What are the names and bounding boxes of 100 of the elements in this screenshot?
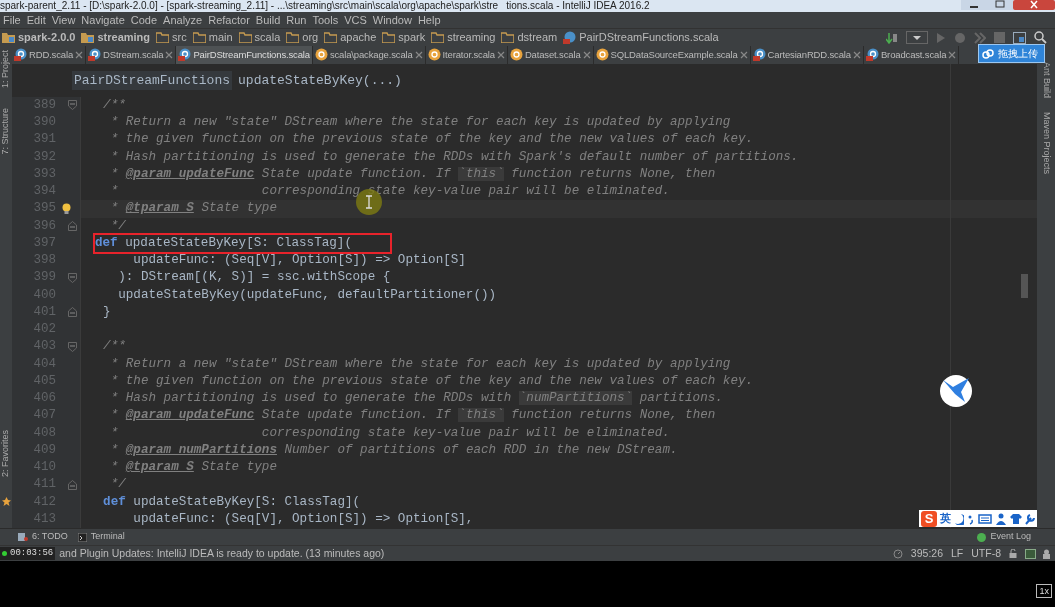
- breadcrumb-method[interactable]: updateStateByKey(...): [238, 70, 402, 90]
- recording-timer: 00:03:56: [0, 546, 56, 561]
- breadcrumb-item[interactable]: org: [284, 29, 323, 46]
- menu-item[interactable]: VCS: [341, 12, 370, 28]
- menu-item[interactable]: Edit: [23, 12, 49, 28]
- status-item[interactable]: 395:26: [910, 545, 943, 562]
- ime-logo[interactable]: S: [921, 510, 937, 527]
- editor-tab[interactable]: Dataset.scala: [507, 46, 594, 64]
- lock-icon[interactable]: [1009, 549, 1017, 558]
- editor-tab[interactable]: DStream.scala: [86, 46, 177, 64]
- code-line: /**: [102, 96, 126, 114]
- scrollbar-thumb[interactable]: [1021, 273, 1028, 298]
- menu-item[interactable]: Window: [369, 12, 415, 28]
- fold-icon[interactable]: [68, 479, 77, 490]
- sort-icon[interactable]: [886, 31, 898, 44]
- input-mode-toggle[interactable]: 英: [940, 510, 951, 527]
- tool-window-tab[interactable]: Maven Projects: [1039, 112, 1053, 175]
- breadcrumb-item[interactable]: main: [190, 29, 237, 46]
- menu-item[interactable]: File: [0, 12, 24, 28]
- tool-window-tab[interactable]: 7: Structure: [0, 108, 13, 155]
- tool-window-button[interactable]: Terminal: [77, 530, 125, 544]
- status-item[interactable]: UTF-8: [971, 545, 1001, 562]
- coverage-icon[interactable]: [974, 31, 986, 44]
- tool-window-tab[interactable]: Ant Build: [1039, 62, 1053, 99]
- fold-icon[interactable]: [68, 341, 77, 352]
- star-icon: [1, 497, 11, 506]
- inspector-icon[interactable]: [1042, 548, 1051, 559]
- breadcrumb-item[interactable]: spark: [380, 29, 430, 46]
- close-icon[interactable]: [582, 50, 591, 59]
- module-folder-icon: [2, 32, 15, 43]
- code-line: * @param numPartitions Number of partitions of each RDD in the new DStream.: [109, 441, 678, 459]
- code-line: * Hash partitioning is used to generate the RDDs with Spark's default number of partitions.: [109, 148, 799, 166]
- folder-icon: [324, 32, 338, 43]
- menu-item[interactable]: Build: [252, 12, 284, 28]
- close-icon[interactable]: [75, 50, 84, 59]
- breadcrumb-item[interactable]: PairDStreamFunctions.scala: [561, 29, 723, 46]
- keyboard-icon[interactable]: [978, 512, 992, 525]
- breadcrumb-item[interactable]: dstream: [499, 29, 562, 46]
- menu-item[interactable]: Code: [127, 12, 161, 28]
- status-item[interactable]: LF: [951, 545, 964, 562]
- breadcrumb-item[interactable]: streaming: [79, 29, 155, 46]
- editor-tab[interactable]: SQLDataSourceExample.scala: [593, 46, 751, 64]
- fold-icon[interactable]: [68, 221, 77, 232]
- lightbulb-icon[interactable]: [62, 202, 71, 215]
- close-icon[interactable]: [165, 50, 174, 59]
- playback-speed[interactable]: 1x: [1036, 584, 1052, 598]
- close-icon[interactable]: [739, 50, 748, 59]
- editor-tab[interactable]: Iterator.scala: [425, 46, 508, 64]
- fold-icon[interactable]: [68, 272, 77, 283]
- editor-tab[interactable]: CartesianRDD.scala: [750, 46, 864, 64]
- user-icon[interactable]: [995, 512, 1007, 525]
- editor-tab[interactable]: Broadcast.scala: [863, 46, 960, 64]
- editor-tab[interactable]: scala\package.scala: [312, 46, 426, 64]
- close-icon[interactable]: [414, 50, 423, 59]
- search-icon[interactable]: [1034, 31, 1047, 44]
- wrench-icon[interactable]: [1025, 512, 1035, 525]
- bird-icon[interactable]: [939, 373, 973, 408]
- breadcrumb-class[interactable]: PairDStreamFunctions: [72, 70, 233, 90]
- breadcrumb-item[interactable]: apache: [322, 29, 381, 46]
- breadcrumb-item[interactable]: src: [154, 29, 191, 46]
- moon-icon[interactable]: [954, 512, 964, 525]
- project-structure-icon[interactable]: [1013, 31, 1026, 44]
- breadcrumb-item[interactable]: scala: [236, 29, 285, 46]
- tool-window-tab[interactable]: 1: Project: [0, 50, 13, 89]
- close-icon[interactable]: [948, 50, 957, 59]
- status-message: and Plugin Updates: IntelliJ IDEA is ready to update. (13 minutes ago): [59, 545, 386, 561]
- menu-item[interactable]: Run: [283, 12, 310, 28]
- dropdown-icon[interactable]: [906, 31, 928, 44]
- code-editor[interactable]: [12, 96, 1037, 528]
- minimize-icon[interactable]: [961, 0, 987, 10]
- event-log-button[interactable]: Event Log: [977, 530, 1055, 544]
- editor-tab[interactable]: PairDStreamFunctions.scala: [176, 46, 313, 64]
- code-line: * Return a new "state" DStream where the state for each key is updated by applying: [109, 114, 731, 132]
- upload-tooltip[interactable]: 拖拽上传: [978, 44, 1045, 63]
- breadcrumb-item[interactable]: spark-2.0.0: [0, 29, 80, 46]
- folder-icon: [238, 32, 252, 43]
- cloud-icon: [982, 48, 994, 59]
- memory-indicator-icon[interactable]: [892, 548, 903, 559]
- menu-item[interactable]: Navigate: [78, 12, 128, 28]
- code-line: updateFunc: (Seq[V], Option[S]) => Option[S],: [132, 510, 474, 528]
- menu-item[interactable]: Refactor: [205, 12, 253, 28]
- fold-icon[interactable]: [68, 100, 77, 111]
- run-icon[interactable]: [936, 31, 946, 44]
- editor-tab[interactable]: RDD.scala: [12, 46, 87, 64]
- code-line: * corresponding state key-value pair will be eliminated.: [109, 183, 670, 201]
- menu-item[interactable]: Tools: [309, 12, 342, 28]
- debug-icon[interactable]: [954, 31, 966, 44]
- breadcrumb-item[interactable]: streaming: [429, 29, 500, 46]
- tool-window-button[interactable]: 6: TODO: [18, 530, 68, 544]
- close-icon[interactable]: [1013, 0, 1055, 10]
- close-icon[interactable]: [852, 50, 861, 59]
- menu-item[interactable]: View: [48, 12, 79, 28]
- fold-icon[interactable]: [68, 307, 77, 318]
- menu-item[interactable]: Help: [414, 12, 444, 28]
- close-icon[interactable]: [496, 50, 505, 59]
- tool-window-tab[interactable]: 2: Favorites: [0, 429, 13, 477]
- folder-icon: [192, 32, 206, 43]
- shirt-icon[interactable]: [1010, 512, 1022, 525]
- menu-item[interactable]: Analyze: [160, 12, 206, 28]
- inspection-icon[interactable]: [1025, 548, 1036, 559]
